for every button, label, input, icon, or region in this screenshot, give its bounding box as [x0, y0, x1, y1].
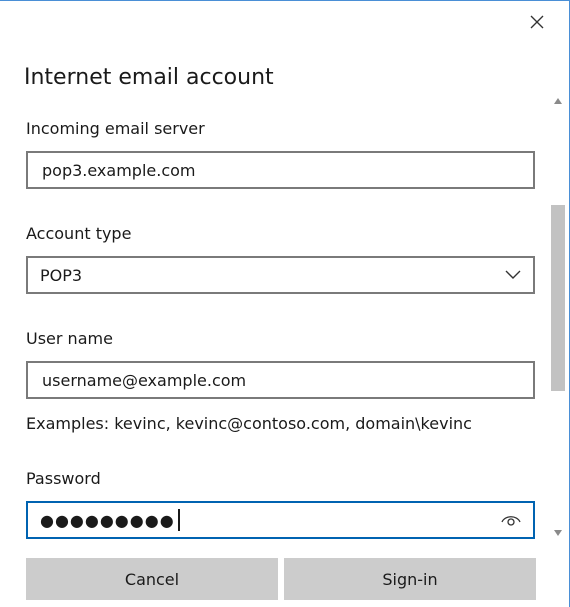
close-button[interactable]	[524, 11, 550, 33]
close-icon	[530, 15, 544, 29]
user-name-value: username@example.com	[42, 370, 247, 390]
internet-email-account-dialog: Internet email account Incoming email se…	[0, 0, 570, 607]
password-label: Password	[26, 469, 101, 488]
reveal-password-button[interactable]	[499, 510, 523, 530]
sign-in-button[interactable]: Sign-in	[284, 558, 536, 600]
scroll-down-button[interactable]	[548, 527, 568, 539]
account-type-label: Account type	[26, 224, 132, 243]
user-name-label: User name	[26, 329, 113, 348]
chevron-down-small-icon	[554, 530, 562, 536]
account-type-dropdown[interactable]: POP3	[26, 256, 535, 294]
incoming-server-label: Incoming email server	[26, 119, 205, 138]
scroll-thumb[interactable]	[551, 205, 565, 391]
cancel-button[interactable]: Cancel	[26, 558, 278, 600]
text-caret	[177, 509, 180, 531]
password-input[interactable]: ●●●●●●●●●	[26, 501, 535, 539]
form-scroll-area: Incoming email server pop3.example.com A…	[0, 101, 548, 551]
incoming-server-input[interactable]: pop3.example.com	[26, 151, 535, 189]
password-masked-value: ●●●●●●●●●	[40, 510, 175, 530]
incoming-server-value: pop3.example.com	[42, 160, 196, 180]
scroll-up-button[interactable]	[548, 95, 568, 107]
vertical-scrollbar[interactable]	[548, 95, 568, 547]
eye-icon	[501, 516, 521, 526]
dialog-title: Internet email account	[24, 65, 274, 90]
account-type-selected: POP3	[40, 265, 83, 285]
chevron-up-icon	[554, 98, 562, 104]
user-name-hint: Examples: kevinc, kevinc@contoso.com, do…	[26, 414, 472, 433]
chevron-down-icon	[505, 270, 521, 279]
user-name-input[interactable]: username@example.com	[26, 361, 535, 399]
